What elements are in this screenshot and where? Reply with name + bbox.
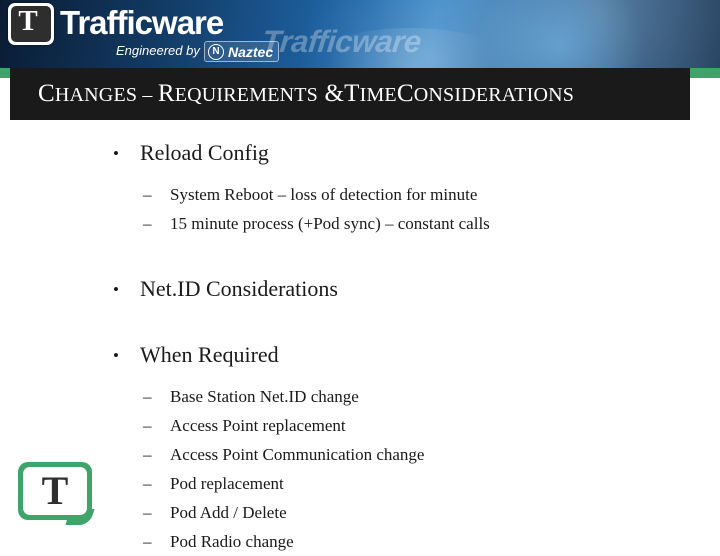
title-seg-1-rest: hanges — [54, 84, 138, 106]
slide-body: • Reload Config – System Reboot – loss o… — [0, 126, 720, 551]
sub-bullet-label: Access Point Communication change — [170, 445, 425, 464]
sub-bullet-label: System Reboot – loss of detection for mi… — [170, 185, 478, 204]
logo-badge-letter: T — [18, 5, 38, 37]
sub-bullet-label: 15 minute process (+Pod sync) – constant… — [170, 214, 490, 233]
slide-title-bar: Changes – Requirements &TimeConsideratio… — [10, 68, 690, 120]
bullet-icon: • — [113, 280, 119, 299]
title-seg-3-rest: ime — [359, 84, 397, 106]
page-title: Changes – Requirements &TimeConsideratio… — [10, 80, 574, 108]
sub-bullet-label: Access Point replacement — [170, 416, 346, 435]
dash-icon: – — [143, 474, 152, 493]
list-item: – System Reboot – loss of detection for … — [0, 180, 720, 209]
logo-badge-icon: T — [8, 3, 54, 45]
title-seg-2-cap: R — [157, 80, 175, 107]
trafficware-logo: T Trafficware Engineered by N Naztec — [8, 3, 298, 65]
sub-bullet-label: Pod Radio change — [170, 532, 294, 551]
dash-icon: – — [143, 214, 152, 233]
dash-icon: – — [143, 445, 152, 464]
footer-logo: T — [18, 462, 95, 525]
bullet-label: When Required — [140, 342, 279, 367]
logo-wordmark: Trafficware — [60, 4, 224, 41]
dash-icon: – — [143, 532, 152, 551]
list-item: – Pod replacement — [0, 469, 720, 498]
title-seg-3-cap: T — [344, 80, 360, 107]
naztec-circle-icon: N — [208, 43, 224, 60]
title-seg-4-cap: C — [396, 80, 414, 107]
logo-tagline: Engineered by — [116, 43, 200, 58]
list-item: – Pod Radio change — [0, 527, 720, 556]
list-item: – Access Point replacement — [0, 411, 720, 440]
top-spacer — [0, 126, 720, 138]
list-item: • Net.ID Considerations — [0, 274, 720, 304]
bullet-label: Reload Config — [140, 140, 269, 165]
block-gap-2 — [0, 304, 720, 340]
sub-bullet-label: Pod replacement — [170, 474, 284, 493]
list-item: – Base Station Net.ID change — [0, 382, 720, 411]
block1-gap — [0, 168, 720, 180]
title-ampersand: & — [318, 80, 345, 107]
header-banner: Trafficware T Trafficware Engineered by … — [0, 0, 720, 72]
title-seg-2-rest: equirements — [174, 84, 318, 106]
bullet-icon: • — [113, 346, 119, 365]
title-accent-right — [690, 68, 720, 78]
dash-icon: – — [143, 416, 152, 435]
dash-icon: – — [143, 185, 152, 204]
title-dash: – — [137, 84, 158, 106]
naztec-wordmark: Naztec — [228, 43, 274, 60]
title-seg-1-cap: C — [38, 80, 55, 107]
naztec-badge: N Naztec — [204, 41, 280, 62]
title-seg-4-rest: onsiderations — [413, 84, 575, 106]
bullet-icon: • — [113, 144, 119, 163]
sub-bullet-label: Pod Add / Delete — [170, 503, 287, 522]
bullet-label: Net.ID Considerations — [140, 276, 338, 301]
dash-icon: – — [143, 387, 152, 406]
title-accent-left — [0, 68, 10, 78]
sub-bullet-label: Base Station Net.ID change — [170, 387, 359, 406]
block-gap-1 — [0, 238, 720, 274]
list-item: – Pod Add / Delete — [0, 498, 720, 527]
footer-logo-letter: T — [41, 468, 69, 513]
list-item: • Reload Config — [0, 138, 720, 168]
list-item: – Access Point Communication change — [0, 440, 720, 469]
block3-gap — [0, 370, 720, 382]
list-item: – 15 minute process (+Pod sync) – consta… — [0, 209, 720, 238]
dash-icon: – — [143, 503, 152, 522]
list-item: • When Required — [0, 340, 720, 370]
